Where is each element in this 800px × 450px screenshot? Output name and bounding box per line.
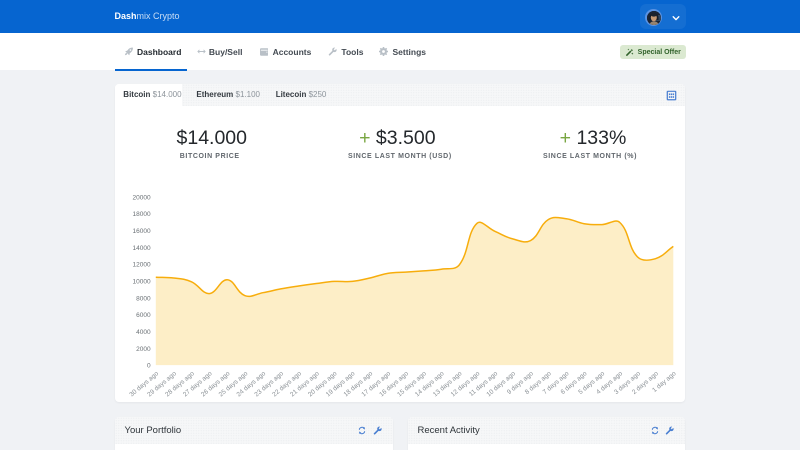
svg-text:12000: 12000 [132,261,150,268]
svg-text:14000: 14000 [132,244,150,251]
svg-text:8000: 8000 [136,295,151,302]
svg-text:16000: 16000 [132,228,150,235]
svg-text:18000: 18000 [132,211,150,218]
svg-text:0: 0 [146,362,150,369]
svg-text:10000: 10000 [132,278,150,285]
svg-text:20000: 20000 [132,194,150,201]
svg-text:2000: 2000 [136,345,151,352]
svg-text:6000: 6000 [136,312,151,319]
svg-text:4000: 4000 [136,329,151,336]
